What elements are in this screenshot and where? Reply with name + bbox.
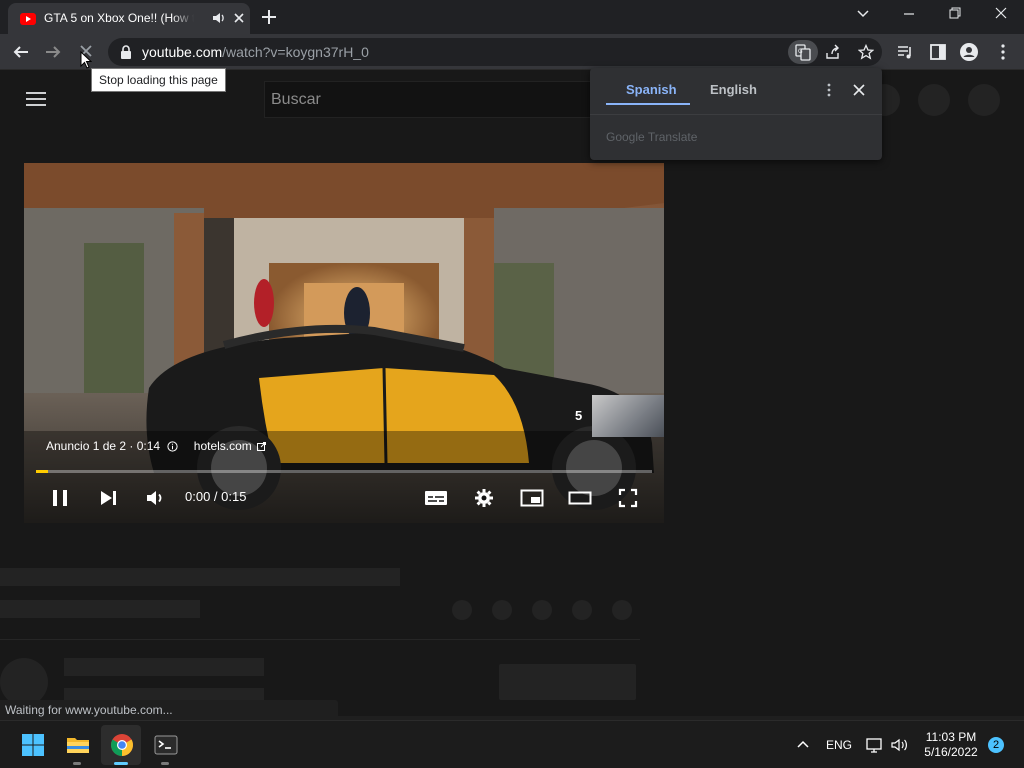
browser-toolbar: youtube.com/watch?v=koygn37rH_0 G <box>0 34 1024 70</box>
youtube-favicon-icon <box>20 11 36 27</box>
start-button[interactable] <box>12 725 52 765</box>
tab-strip: GTA 5 on Xbox One!! (How to <box>0 0 1024 34</box>
mouse-cursor-icon <box>80 51 92 69</box>
terminal-button[interactable] <box>145 725 185 765</box>
placeholder-action <box>612 600 632 620</box>
restore-icon[interactable] <box>948 6 962 20</box>
placeholder-action <box>452 600 472 620</box>
system-clock[interactable]: 11:03 PM 5/16/2022 <box>918 730 984 760</box>
kebab-menu-icon[interactable] <box>994 43 1012 61</box>
placeholder-button <box>968 84 1000 116</box>
back-arrow-icon[interactable] <box>12 43 30 61</box>
minimize-icon[interactable] <box>902 6 916 20</box>
settings-gear-icon[interactable] <box>474 488 494 508</box>
running-indicator <box>114 762 128 765</box>
profile-icon[interactable] <box>960 43 978 61</box>
placeholder-channel <box>64 658 264 676</box>
forward-arrow-icon[interactable] <box>44 43 62 61</box>
active-tab-indicator <box>606 103 690 105</box>
close-popup-icon[interactable] <box>852 83 866 97</box>
subtitles-icon[interactable] <box>424 488 448 508</box>
tooltip: Stop loading this page <box>91 68 226 92</box>
youtube-page: Buscar Anuncio 1 de 2 · 0:14 hotels.com … <box>0 70 1024 716</box>
miniplayer-icon[interactable] <box>520 488 544 508</box>
search-input[interactable]: Buscar <box>264 81 604 118</box>
lock-icon[interactable] <box>120 45 132 59</box>
windows-taskbar: ENG 11:03 PM 5/16/2022 2 <box>0 720 1024 768</box>
input-language[interactable]: ENG <box>826 738 852 752</box>
folder-icon <box>66 733 90 757</box>
placeholder-action <box>492 600 512 620</box>
windows-logo-icon <box>21 733 45 757</box>
ad-info: Anuncio 1 de 2 · 0:14 hotels.com <box>46 439 267 453</box>
chrome-icon <box>110 733 134 757</box>
translate-icon[interactable]: G <box>788 40 818 64</box>
address-bar[interactable]: youtube.com/watch?v=koygn37rH_0 G <box>108 38 882 66</box>
status-bubble: Waiting for www.youtube.com... <box>0 700 338 720</box>
divider <box>0 639 640 640</box>
info-icon[interactable] <box>167 441 179 452</box>
file-explorer-button[interactable] <box>57 725 97 765</box>
volume-icon[interactable] <box>145 488 165 508</box>
terminal-icon <box>154 733 178 757</box>
advertiser-link[interactable]: hotels.com <box>194 439 252 453</box>
clock-time: 11:03 PM <box>925 730 977 744</box>
new-tab-icon[interactable] <box>260 8 278 26</box>
placeholder-title <box>0 568 400 586</box>
tab-english[interactable]: English <box>710 82 757 97</box>
media-queue-icon[interactable] <box>896 43 914 61</box>
browser-tab[interactable]: GTA 5 on Xbox One!! (How to <box>8 3 250 34</box>
google-translate-label: Google Translate <box>606 130 698 144</box>
pause-icon[interactable] <box>50 488 70 508</box>
close-tab-icon[interactable] <box>232 11 246 25</box>
side-panel-icon[interactable] <box>929 43 947 61</box>
network-icon[interactable] <box>866 737 884 753</box>
skip-ad-preview[interactable] <box>592 395 664 437</box>
theater-mode-icon[interactable] <box>568 488 592 508</box>
placeholder-button <box>918 84 950 116</box>
clock-date: 5/16/2022 <box>924 745 978 759</box>
next-video-icon[interactable] <box>98 488 118 508</box>
video-player[interactable]: Anuncio 1 de 2 · 0:14 hotels.com 5 0:00 … <box>24 163 664 523</box>
volume-tray-icon[interactable] <box>891 737 909 753</box>
placeholder-avatar <box>0 658 48 706</box>
external-link-icon[interactable] <box>257 442 267 451</box>
placeholder-subtitle <box>0 600 200 618</box>
running-indicator <box>73 762 81 765</box>
more-options-icon[interactable] <box>822 82 836 98</box>
progress-bar[interactable] <box>36 470 652 473</box>
tab-title: GTA 5 on Xbox One!! (How to <box>44 11 194 25</box>
progress-fill <box>36 470 49 473</box>
placeholder-subscribe <box>499 664 636 700</box>
tab-spanish[interactable]: Spanish <box>626 82 677 97</box>
close-window-icon[interactable] <box>994 6 1008 20</box>
video-frame <box>24 163 664 523</box>
chrome-button[interactable] <box>101 725 141 765</box>
placeholder-action <box>532 600 552 620</box>
skip-countdown: 5 <box>575 408 583 423</box>
time-display: 0:00 / 0:15 <box>185 489 247 504</box>
running-indicator <box>161 762 169 765</box>
url-text[interactable]: youtube.com/watch?v=koygn37rH_0 <box>142 44 369 60</box>
speaker-icon[interactable] <box>212 11 226 25</box>
divider <box>590 114 882 115</box>
hamburger-menu-icon[interactable] <box>26 91 46 107</box>
translate-popup: Spanish English Google Translate <box>590 68 882 160</box>
placeholder-action <box>572 600 592 620</box>
ad-label: Anuncio 1 de 2 · 0:14 <box>46 439 161 453</box>
fullscreen-icon[interactable] <box>618 488 638 508</box>
show-hidden-icons-chevron-icon[interactable] <box>796 737 810 751</box>
notification-badge[interactable]: 2 <box>988 737 1004 753</box>
bookmark-star-icon[interactable] <box>858 44 874 60</box>
search-placeholder: Buscar <box>271 91 321 108</box>
svg-text:G: G <box>798 48 803 55</box>
tab-search-chevron-icon[interactable] <box>856 6 870 20</box>
share-icon[interactable] <box>825 44 841 60</box>
